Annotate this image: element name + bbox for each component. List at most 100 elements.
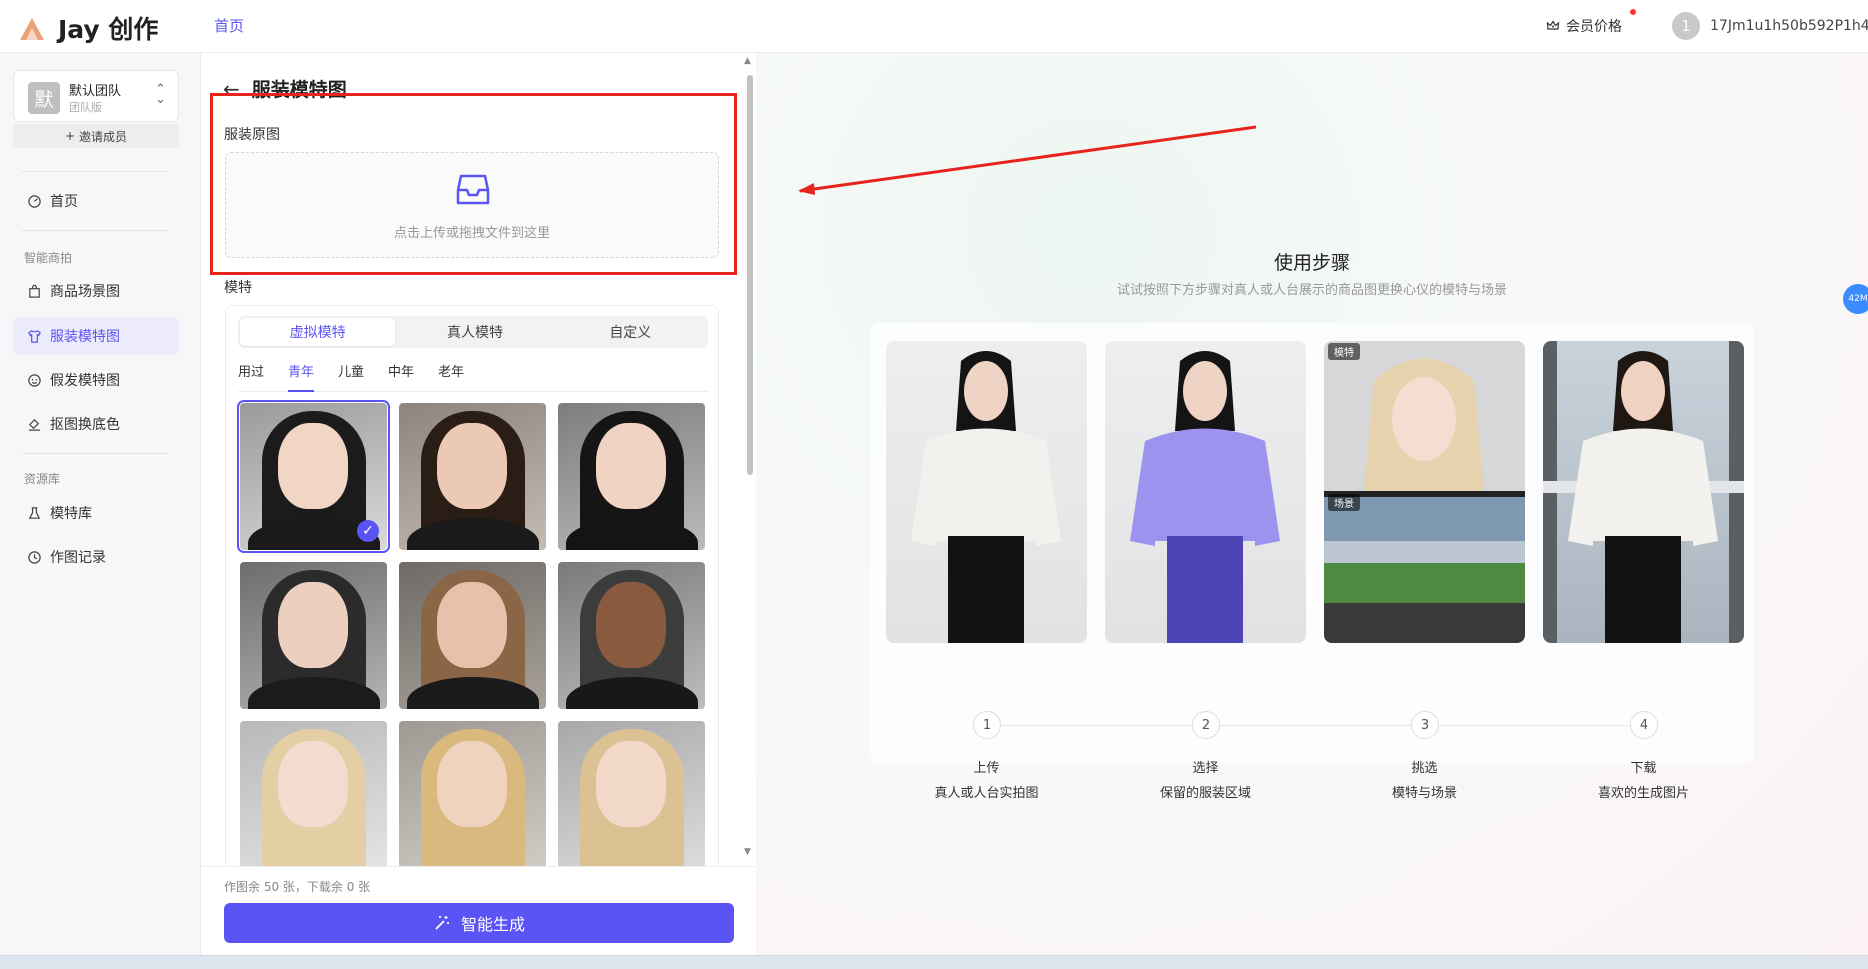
team-avatar: 默 bbox=[28, 82, 60, 114]
panel-footer: 作图余 50 张，下载余 0 张 智能生成 bbox=[201, 866, 756, 955]
shirt-icon bbox=[28, 329, 41, 343]
step-title: 挑选 bbox=[1411, 761, 1438, 776]
sidebar-item-clothing-model[interactable]: 服装模特图 bbox=[13, 317, 179, 355]
step-image-select bbox=[1105, 341, 1306, 643]
user-name: 17Jm1u1h50b592P1h4 bbox=[1710, 18, 1868, 34]
tab-custom[interactable]: 自定义 bbox=[553, 316, 708, 348]
age-tab-child[interactable]: 儿童 bbox=[338, 360, 364, 391]
paint-bucket-icon bbox=[28, 418, 41, 431]
step-number: 4 bbox=[1630, 711, 1658, 739]
taskbar bbox=[0, 955, 1868, 969]
team-plan: 团队版 bbox=[69, 101, 102, 114]
age-tab-middle[interactable]: 中年 bbox=[388, 360, 414, 391]
model-thumbnail[interactable] bbox=[240, 562, 387, 709]
nav-home-link[interactable]: 首页 bbox=[214, 15, 244, 36]
team-name: 默认团队 bbox=[69, 84, 122, 99]
notification-dot bbox=[1630, 9, 1636, 15]
invite-member-button[interactable]: + 邀请成员 bbox=[13, 124, 179, 148]
step-number: 2 bbox=[1192, 711, 1220, 739]
badge-model: 模特 bbox=[1328, 343, 1360, 360]
model-thumbnail[interactable] bbox=[558, 721, 705, 868]
scroll-down-icon[interactable]: ▼ bbox=[744, 847, 751, 857]
scroll-up-icon[interactable]: ▲ bbox=[744, 56, 751, 66]
main-area: 使用步骤 试试按照下方步骤对真人或人台展示的商品图更换心仪的模特与场景 模特 场… bbox=[756, 53, 1868, 955]
step-title: 下载 bbox=[1630, 761, 1657, 776]
tab-real-model[interactable]: 真人模特 bbox=[397, 316, 552, 348]
sidebar-item-label: 作图记录 bbox=[50, 550, 106, 566]
top-bar: Jay 创作 首页 会员价格 1 17Jm1u1h50b592P1h4 bbox=[0, 0, 1868, 53]
step-desc: 模特与场景 bbox=[1391, 786, 1457, 801]
model-thumbnail[interactable] bbox=[399, 721, 546, 868]
sidebar-item-label: 抠图换底色 bbox=[50, 417, 120, 433]
model-thumbnail[interactable]: ✓ bbox=[237, 400, 390, 553]
step-desc: 真人或人台实拍图 bbox=[934, 786, 1039, 801]
sidebar-item-wig-model[interactable]: 假发模特图 bbox=[13, 361, 179, 399]
tab-virtual-model[interactable]: 虚拟模特 bbox=[240, 318, 396, 346]
badge-scene: 场景 bbox=[1328, 494, 1360, 511]
sidebar-item-cutout-bg[interactable]: 抠图换底色 bbox=[13, 405, 179, 443]
model-thumbnail[interactable] bbox=[399, 403, 546, 550]
sidebar-item-label: 商品场景图 bbox=[50, 284, 120, 300]
logo-text: Jay 创作 bbox=[58, 15, 159, 44]
memory-bubble[interactable]: 42M bbox=[1843, 284, 1868, 314]
clock-icon bbox=[28, 550, 41, 564]
sidebar-item-history[interactable]: 作图记录 bbox=[13, 538, 179, 576]
sidebar-item-label: 服装模特图 bbox=[50, 329, 120, 345]
chevron-updown-icon: ⌃ ⌄ bbox=[155, 82, 166, 107]
user-avatar: 1 bbox=[1672, 12, 1700, 40]
sidebar-item-label: 模特库 bbox=[50, 506, 92, 522]
member-price-link[interactable]: 会员价格 bbox=[1546, 16, 1622, 36]
step-number: 3 bbox=[1411, 711, 1439, 739]
logo-icon bbox=[20, 18, 44, 40]
logo[interactable]: Jay 创作 bbox=[16, 10, 158, 46]
step-image-upload bbox=[886, 341, 1087, 643]
age-tab-used[interactable]: 用过 bbox=[238, 360, 264, 391]
magic-wand-icon bbox=[435, 916, 449, 930]
model-thumbnail[interactable] bbox=[558, 403, 705, 550]
sidebar: 默 默认团队 团队版 ⌃ ⌄ + 邀请成员 首页 智能商拍 商品场景图 服装模特图… bbox=[0, 53, 201, 955]
face-icon bbox=[28, 373, 41, 387]
step-number: 1 bbox=[973, 711, 1001, 739]
team-switcher[interactable]: 默 默认团队 团队版 ⌃ ⌄ bbox=[13, 70, 179, 122]
usage-title: 使用步骤 bbox=[1273, 252, 1350, 274]
step-desc: 喜欢的生成图片 bbox=[1597, 786, 1689, 801]
steps-connector bbox=[990, 725, 1650, 726]
step-image-download bbox=[1543, 341, 1744, 643]
section-smart-shoot: 智能商拍 bbox=[24, 251, 73, 265]
step-image-pick: 模特 场景 bbox=[1324, 341, 1525, 643]
model-type-tabs: 虚拟模特 真人模特 自定义 bbox=[238, 316, 708, 348]
invite-label: 邀请成员 bbox=[79, 129, 128, 144]
annotation-arrow bbox=[798, 125, 1256, 195]
panel-scrollbar[interactable] bbox=[747, 75, 753, 475]
sidebar-item-product-scene[interactable]: 商品场景图 bbox=[13, 272, 179, 310]
sidebar-item-label: 首页 bbox=[50, 194, 78, 210]
divider bbox=[22, 230, 168, 231]
model-thumbnail[interactable] bbox=[240, 721, 387, 868]
sidebar-item-home[interactable]: 首页 bbox=[13, 182, 179, 220]
check-icon: ✓ bbox=[357, 520, 379, 542]
step-desc: 保留的服装区域 bbox=[1159, 786, 1251, 801]
bag-icon bbox=[29, 284, 40, 298]
model-selector: 虚拟模特 真人模特 自定义 用过 青年 儿童 中年 老年 ✓ bbox=[225, 305, 719, 955]
model-label: 模特 bbox=[224, 280, 252, 296]
sidebar-item-model-library[interactable]: 模特库 bbox=[13, 494, 179, 532]
steps-card: 模特 场景 1 2 3 4 上传 选择 挑选 下载 真人或人台实拍图 保留的服装… bbox=[870, 323, 1754, 801]
annotation-highlight-box bbox=[210, 93, 737, 275]
step-title: 选择 bbox=[1192, 761, 1219, 776]
sidebar-item-label: 假发模特图 bbox=[50, 373, 120, 389]
model-thumbnail[interactable] bbox=[558, 562, 705, 709]
dashboard-icon bbox=[28, 194, 41, 208]
user-menu[interactable]: 1 17Jm1u1h50b592P1h4 bbox=[1672, 12, 1868, 40]
divider bbox=[22, 453, 168, 454]
age-filter-tabs: 用过 青年 儿童 中年 老年 bbox=[238, 360, 708, 392]
generate-label: 智能生成 bbox=[460, 915, 525, 934]
age-tab-senior[interactable]: 老年 bbox=[438, 360, 464, 391]
flask-icon bbox=[28, 506, 41, 519]
age-tab-youth[interactable]: 青年 bbox=[288, 360, 315, 392]
plus-icon: + bbox=[64, 129, 76, 143]
divider bbox=[22, 171, 168, 172]
generate-button[interactable]: 智能生成 bbox=[224, 903, 734, 943]
model-thumbnail[interactable] bbox=[399, 562, 546, 709]
crown-icon bbox=[1546, 20, 1560, 30]
quota-text: 作图余 50 张，下载余 0 张 bbox=[224, 880, 371, 894]
